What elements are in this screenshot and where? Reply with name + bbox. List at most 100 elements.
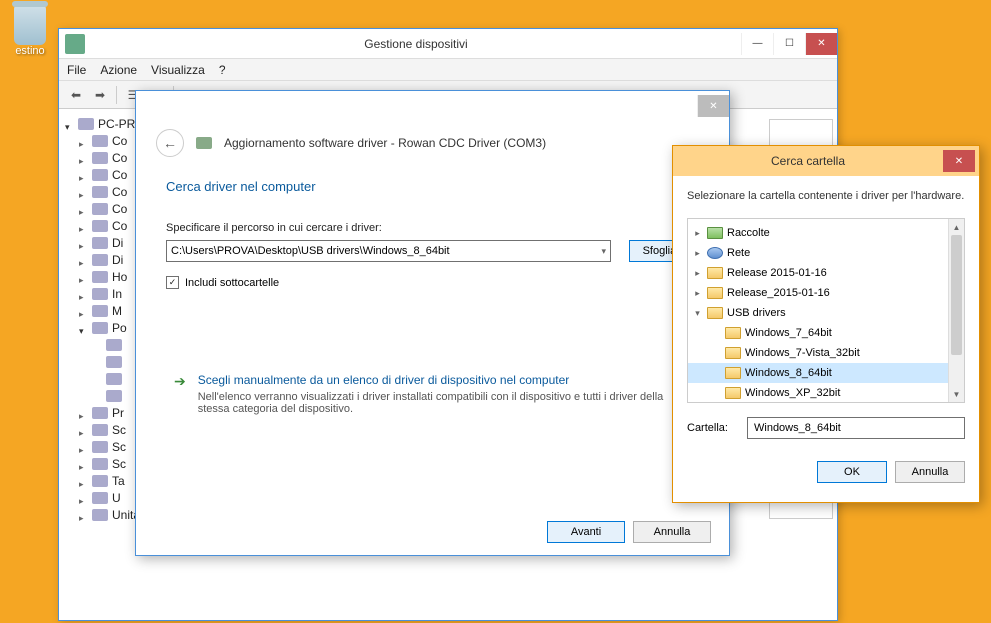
tree-item-label: Po xyxy=(112,321,127,335)
back-arrow-icon[interactable]: ⬅ xyxy=(65,85,87,105)
browse-folder-dialog: Cerca cartella ✕ Selezionare la cartella… xyxy=(672,145,980,503)
close-button[interactable]: ✕ xyxy=(805,33,837,55)
device-icon xyxy=(92,288,108,300)
driver-manual-pick-option[interactable]: ➔ Scegli manualmente da un elenco di dri… xyxy=(166,365,699,423)
tree-item-win7-vista-32[interactable]: Windows_7-Vista_32bit xyxy=(688,343,964,363)
tree-label: Windows_7-Vista_32bit xyxy=(745,347,860,359)
tree-item-win8-64-selected[interactable]: Windows_8_64bit xyxy=(688,363,964,383)
driver-card-icon xyxy=(196,137,212,149)
device-icon xyxy=(92,441,108,453)
device-icon xyxy=(92,475,108,487)
collapse-icon[interactable]: ▾ xyxy=(692,308,703,319)
expand-icon[interactable] xyxy=(79,204,88,213)
browse-cancel-button[interactable]: Annulla xyxy=(895,461,965,483)
device-icon xyxy=(106,390,122,402)
maximize-button[interactable]: ☐ xyxy=(773,33,805,55)
folder-icon xyxy=(725,367,741,379)
device-icon xyxy=(106,356,122,368)
tree-item-winxp-32[interactable]: Windows_XP_32bit xyxy=(688,383,964,403)
menu-action[interactable]: Azione xyxy=(100,63,137,77)
device-icon xyxy=(92,271,108,283)
device-icon xyxy=(106,373,122,385)
expand-icon[interactable] xyxy=(79,510,88,519)
expand-icon[interactable] xyxy=(79,170,88,179)
expand-icon[interactable] xyxy=(79,153,88,162)
tree-item-raccolte[interactable]: ▸ Raccolte xyxy=(688,223,964,243)
expand-icon[interactable] xyxy=(79,238,88,247)
expand-icon[interactable]: ▸ xyxy=(692,248,703,259)
expand-icon[interactable]: ▸ xyxy=(692,288,703,299)
tree-item-label: Di xyxy=(112,253,123,267)
tree-item-label: U xyxy=(112,491,121,505)
driver-back-button[interactable]: ← xyxy=(156,129,184,157)
recycle-bin-label: estino xyxy=(5,45,55,57)
device-icon xyxy=(92,169,108,181)
browse-folder-tree[interactable]: ▸ Raccolte ▸ Rete ▸Release 2015-01-16 ▸Rel… xyxy=(687,218,965,403)
tree-label: Raccolte xyxy=(727,227,770,239)
driver-path-combo[interactable]: C:\Users\PROVA\Desktop\USB drivers\Windo… xyxy=(166,240,611,262)
expand-icon[interactable] xyxy=(79,323,88,332)
scroll-up-icon[interactable]: ▲ xyxy=(949,219,964,235)
tree-item-release1[interactable]: ▸Release 2015-01-16 xyxy=(688,263,964,283)
driver-update-dialog: ✕ ← Aggiornamento software driver - Rowa… xyxy=(135,90,730,556)
ok-button[interactable]: OK xyxy=(817,461,887,483)
menu-view[interactable]: Visualizza xyxy=(151,63,205,77)
next-button[interactable]: Avanti xyxy=(547,521,625,543)
expand-icon[interactable] xyxy=(65,119,74,128)
tree-label: Rete xyxy=(727,247,750,259)
expand-icon[interactable] xyxy=(79,289,88,298)
tree-item-usb-drivers[interactable]: ▾USB drivers xyxy=(688,303,964,323)
desktop-recycle-bin[interactable]: estino xyxy=(5,5,55,57)
tree-label: Windows_7_64bit xyxy=(745,327,832,339)
folder-icon xyxy=(707,287,723,299)
include-subfolders-checkbox[interactable]: ✓ Includi sottocartelle xyxy=(166,276,699,289)
browse-message: Selezionare la cartella contenente i dri… xyxy=(687,190,965,202)
tree-item-label: Ho xyxy=(112,270,127,284)
device-icon xyxy=(106,339,122,351)
scroll-down-icon[interactable]: ▼ xyxy=(949,386,964,402)
library-icon xyxy=(707,227,723,239)
tree-root-label: PC-PR xyxy=(98,117,135,131)
device-icon xyxy=(92,322,108,334)
expand-icon[interactable] xyxy=(79,136,88,145)
tree-label: Windows_8_64bit xyxy=(745,367,832,379)
expand-icon[interactable]: ▸ xyxy=(692,228,703,239)
expand-icon[interactable] xyxy=(79,221,88,230)
network-icon xyxy=(707,247,723,259)
recycle-bin-icon xyxy=(14,5,46,45)
expand-icon[interactable] xyxy=(79,187,88,196)
folder-field[interactable] xyxy=(747,417,965,439)
expand-icon[interactable] xyxy=(79,493,88,502)
devmgr-app-icon xyxy=(65,34,85,54)
minimize-button[interactable]: — xyxy=(741,33,773,55)
device-icon xyxy=(92,407,108,419)
device-icon xyxy=(92,203,108,215)
tree-item-label: Co xyxy=(112,151,127,165)
expand-icon[interactable] xyxy=(79,408,88,417)
cancel-button[interactable]: Annulla xyxy=(633,521,711,543)
expand-icon[interactable] xyxy=(79,459,88,468)
expand-icon[interactable] xyxy=(79,255,88,264)
expand-icon[interactable] xyxy=(79,442,88,451)
forward-arrow-icon[interactable]: ➡ xyxy=(89,85,111,105)
tree-item-win7-64[interactable]: Windows_7_64bit xyxy=(688,323,964,343)
expand-icon[interactable] xyxy=(79,476,88,485)
expand-icon[interactable] xyxy=(79,272,88,281)
tree-item-label: Sc xyxy=(112,457,126,471)
device-icon xyxy=(92,220,108,232)
expand-icon[interactable]: ▸ xyxy=(692,268,703,279)
driver-path-value: C:\Users\PROVA\Desktop\USB drivers\Windo… xyxy=(171,245,450,257)
device-icon xyxy=(92,492,108,504)
tree-item-release2[interactable]: ▸Release_2015-01-16 xyxy=(688,283,964,303)
include-subfolders-label: Includi sottocartelle xyxy=(185,277,279,289)
tree-item-label: Sc xyxy=(112,423,126,437)
expand-icon[interactable] xyxy=(79,306,88,315)
expand-icon[interactable] xyxy=(79,425,88,434)
scroll-thumb[interactable] xyxy=(951,235,962,355)
driver-close-button[interactable]: ✕ xyxy=(697,95,729,117)
browse-close-button[interactable]: ✕ xyxy=(943,150,975,172)
menu-help[interactable]: ? xyxy=(219,63,226,77)
tree-scrollbar[interactable]: ▲ ▼ xyxy=(948,219,964,402)
tree-item-rete[interactable]: ▸ Rete xyxy=(688,243,964,263)
menu-file[interactable]: File xyxy=(67,63,86,77)
